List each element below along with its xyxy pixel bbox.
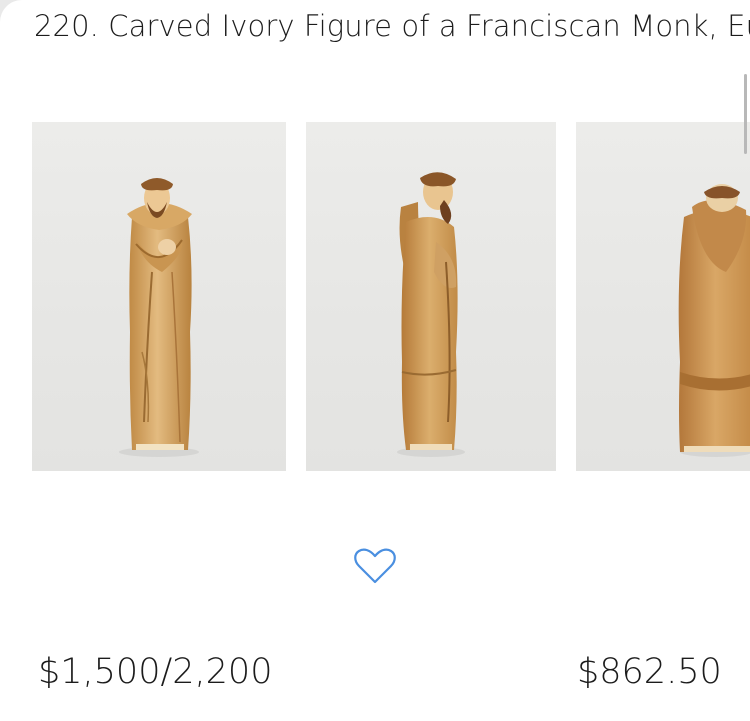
gallery-scrollbar[interactable]	[744, 74, 747, 154]
monk-figure-side-illustration	[397, 172, 465, 457]
favorite-button[interactable]	[353, 546, 397, 586]
lot-card: 220. Carved Ivory Figure of a Franciscan…	[0, 0, 750, 721]
heart-outline-icon	[354, 548, 396, 584]
image-gallery[interactable]	[0, 0, 750, 721]
lot-image-side[interactable]	[306, 122, 556, 471]
sold-price: $862.50	[577, 652, 722, 692]
lot-image-front[interactable]	[32, 122, 286, 471]
estimate-price: $1,500/2,200	[38, 652, 273, 692]
monk-figure-front-illustration	[119, 178, 199, 457]
monk-figure-back-illustration	[678, 184, 750, 457]
lot-image-back[interactable]	[576, 122, 750, 471]
